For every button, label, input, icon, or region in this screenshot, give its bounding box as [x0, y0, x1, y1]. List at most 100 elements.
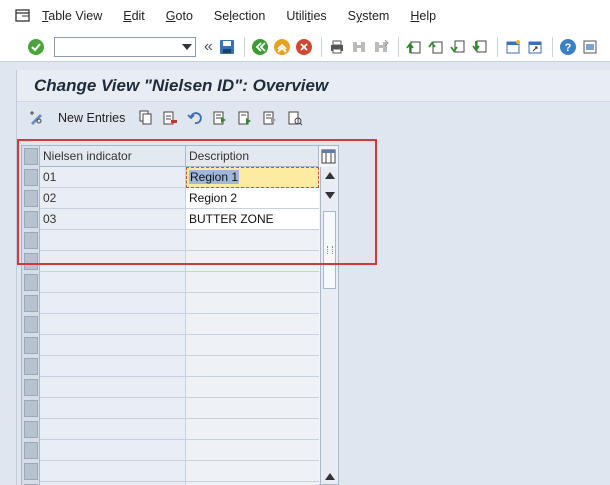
- copy-as-icon[interactable]: [135, 108, 155, 128]
- scroll-page-up-icon[interactable]: [325, 473, 335, 480]
- deselect-all-icon[interactable]: [260, 108, 280, 128]
- column-header-description[interactable]: Description: [186, 146, 319, 167]
- table-row[interactable]: [40, 377, 319, 398]
- table-row[interactable]: 02 Region 2: [40, 188, 319, 209]
- undo-change-icon[interactable]: [185, 108, 205, 128]
- last-page-icon[interactable]: [470, 37, 490, 57]
- menu-bar: Table View Edit Goto Selection Utilities…: [0, 0, 610, 32]
- select-all-icon[interactable]: [210, 108, 230, 128]
- cell-description[interactable]: [186, 419, 319, 439]
- table-settings-icon[interactable]: [320, 147, 337, 165]
- layout-icon[interactable]: [580, 37, 600, 57]
- cell-nielsen-indicator: 02: [40, 188, 186, 208]
- cell-description[interactable]: [186, 356, 319, 376]
- create-session-icon[interactable]: [503, 37, 523, 57]
- select-block-icon[interactable]: [235, 108, 255, 128]
- save-icon[interactable]: [217, 37, 237, 57]
- table-control: Nielsen indicator Description 01 Region 1…: [21, 145, 339, 485]
- table-row[interactable]: [40, 419, 319, 440]
- variant-search-icon[interactable]: [285, 108, 305, 128]
- help-icon[interactable]: ?: [558, 37, 578, 57]
- row-selector[interactable]: [24, 421, 38, 438]
- cancel-icon[interactable]: [294, 37, 314, 57]
- command-dropdown-icon[interactable]: [182, 43, 192, 50]
- toolbar-separator: [320, 36, 322, 57]
- find-icon[interactable]: [349, 37, 369, 57]
- menu-system[interactable]: System: [348, 9, 390, 23]
- back-double-arrow-icon[interactable]: «: [204, 37, 213, 57]
- table-row[interactable]: [40, 461, 319, 482]
- enter-icon[interactable]: [26, 37, 46, 57]
- column-header-nielsen-indicator[interactable]: Nielsen indicator: [40, 146, 186, 167]
- cell-description[interactable]: [186, 251, 319, 271]
- cell-description[interactable]: Region 2: [186, 188, 319, 208]
- shortcut-icon[interactable]: [525, 37, 545, 57]
- menu-table-view[interactable]: Table View: [42, 9, 102, 23]
- table-row[interactable]: [40, 251, 319, 272]
- cell-nielsen-indicator: [40, 440, 186, 460]
- row-selector[interactable]: [24, 253, 38, 270]
- vertical-scrollbar[interactable]: [320, 167, 338, 484]
- table-row[interactable]: [40, 440, 319, 461]
- cell-description[interactable]: [186, 440, 319, 460]
- toolbar-separator: [397, 36, 399, 57]
- cell-description[interactable]: [186, 335, 319, 355]
- cell-description[interactable]: [186, 461, 319, 481]
- print-icon[interactable]: [327, 37, 347, 57]
- new-entries-button[interactable]: New Entries: [58, 111, 125, 125]
- scroll-up-icon[interactable]: [325, 172, 335, 179]
- cell-description[interactable]: [186, 272, 319, 292]
- command-input[interactable]: [55, 37, 175, 56]
- row-selector[interactable]: [24, 169, 38, 186]
- scroll-thumb[interactable]: [323, 211, 336, 289]
- menu-edit[interactable]: Edit: [123, 9, 145, 23]
- row-selector[interactable]: [24, 463, 38, 480]
- cell-description[interactable]: [186, 377, 319, 397]
- row-selector[interactable]: [24, 358, 38, 375]
- cell-description[interactable]: [186, 314, 319, 334]
- menu-goto[interactable]: Goto: [166, 9, 193, 23]
- cell-description[interactable]: Region 1: [186, 167, 319, 187]
- grip-icon: [327, 246, 333, 254]
- display-change-icon[interactable]: [27, 108, 47, 128]
- scroll-down-icon[interactable]: [325, 192, 335, 199]
- row-selector[interactable]: [24, 316, 38, 333]
- table-row[interactable]: [40, 398, 319, 419]
- exit-icon[interactable]: [272, 37, 292, 57]
- next-page-icon[interactable]: [448, 37, 468, 57]
- row-selector[interactable]: [24, 190, 38, 207]
- back-icon[interactable]: [250, 37, 270, 57]
- table-row[interactable]: [40, 335, 319, 356]
- row-selector[interactable]: [24, 337, 38, 354]
- delete-icon[interactable]: [160, 108, 180, 128]
- table-row[interactable]: [40, 272, 319, 293]
- row-selector[interactable]: [24, 232, 38, 249]
- cell-description[interactable]: [186, 398, 319, 418]
- row-selector[interactable]: [24, 295, 38, 312]
- toolbar-separator: [551, 36, 553, 57]
- cell-description[interactable]: BUTTER ZONE: [186, 209, 319, 229]
- table-row[interactable]: [40, 314, 319, 335]
- menu-selection[interactable]: Selection: [214, 9, 265, 23]
- table-row[interactable]: 01 Region 1: [40, 167, 319, 188]
- select-all-rows-button[interactable]: [24, 148, 38, 165]
- table-row[interactable]: [40, 293, 319, 314]
- row-selector[interactable]: [24, 400, 38, 417]
- table-row[interactable]: [40, 356, 319, 377]
- table-row[interactable]: [40, 230, 319, 251]
- menu-utilities[interactable]: Utilities: [286, 9, 326, 23]
- table-row[interactable]: 03 BUTTER ZONE: [40, 209, 319, 230]
- row-selector[interactable]: [24, 379, 38, 396]
- cell-nielsen-indicator: [40, 356, 186, 376]
- previous-page-icon[interactable]: [426, 37, 446, 57]
- menu-help[interactable]: Help: [410, 9, 436, 23]
- row-selector[interactable]: [24, 442, 38, 459]
- cell-description[interactable]: [186, 230, 319, 250]
- menu-toggle-icon[interactable]: [14, 7, 32, 25]
- command-field[interactable]: [54, 36, 196, 57]
- first-page-icon[interactable]: [404, 37, 424, 57]
- cell-description[interactable]: [186, 293, 319, 313]
- find-next-icon[interactable]: [371, 37, 391, 57]
- row-selector[interactable]: [24, 211, 38, 228]
- row-selector[interactable]: [24, 274, 38, 291]
